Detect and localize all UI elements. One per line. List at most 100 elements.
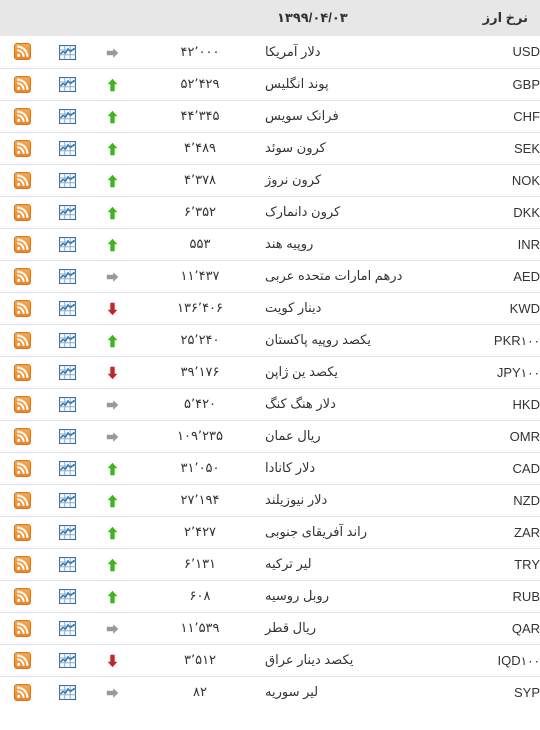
table-header: نرخ ارز ۱۳۹۹/۰۴/۰۳ — [0, 0, 540, 36]
chart-cell[interactable] — [45, 67, 90, 100]
chart-cell[interactable] — [45, 611, 90, 644]
rate-value-cell: ۴۴٬۳۴۵ — [135, 99, 265, 132]
chart-cell[interactable] — [45, 36, 90, 68]
rss-icon[interactable] — [14, 139, 31, 157]
chart-cell[interactable] — [45, 291, 90, 324]
rss-cell[interactable] — [0, 36, 45, 68]
currency-code-cell: AED — [470, 259, 540, 292]
chart-icon[interactable] — [59, 108, 76, 125]
rss-cell[interactable] — [0, 547, 45, 580]
arrow-up-icon — [106, 204, 119, 219]
rate-value-cell: ۴٬۳۷۸ — [135, 163, 265, 196]
rate-value: ۶٬۳۵۲ — [183, 204, 217, 219]
chart-icon[interactable] — [59, 332, 76, 349]
rate-value: ۵۲٬۴۲۹ — [180, 76, 220, 91]
chart-icon[interactable] — [59, 428, 76, 445]
chart-icon[interactable] — [59, 588, 76, 605]
rss-cell[interactable] — [0, 131, 45, 164]
rss-icon[interactable] — [14, 43, 31, 61]
rss-icon[interactable] — [14, 235, 31, 253]
trend-cell — [90, 227, 135, 260]
chart-icon[interactable] — [59, 76, 76, 93]
chart-cell[interactable] — [45, 579, 90, 612]
rss-icon[interactable] — [14, 363, 31, 381]
chart-cell[interactable] — [45, 451, 90, 484]
chart-cell[interactable] — [45, 227, 90, 260]
rss-cell[interactable] — [0, 195, 45, 228]
chart-icon[interactable] — [59, 652, 76, 669]
rss-icon[interactable] — [14, 171, 31, 189]
rss-icon[interactable] — [14, 523, 31, 541]
rss-icon[interactable] — [14, 203, 31, 221]
rss-cell[interactable] — [0, 675, 45, 708]
rss-cell[interactable] — [0, 515, 45, 548]
rss-cell[interactable] — [0, 259, 45, 292]
rss-icon[interactable] — [14, 619, 31, 637]
rss-icon[interactable] — [14, 587, 31, 605]
rss-icon[interactable] — [14, 491, 31, 509]
chart-cell[interactable] — [45, 355, 90, 388]
rss-icon[interactable] — [14, 651, 31, 669]
rss-icon[interactable] — [14, 683, 31, 701]
chart-cell[interactable] — [45, 99, 90, 132]
currency-code: PKR — [493, 332, 521, 348]
rss-cell[interactable] — [0, 227, 45, 260]
chart-icon[interactable] — [59, 684, 76, 701]
chart-cell[interactable] — [45, 323, 90, 356]
rss-icon[interactable] — [14, 299, 31, 317]
chart-icon[interactable] — [59, 140, 76, 157]
chart-cell[interactable] — [45, 547, 90, 580]
chart-cell[interactable] — [45, 419, 90, 452]
chart-icon[interactable] — [59, 524, 76, 541]
rss-icon[interactable] — [14, 427, 31, 445]
arrow-right-icon — [106, 620, 119, 635]
rss-icon[interactable] — [14, 75, 31, 93]
rss-cell[interactable] — [0, 483, 45, 516]
rss-cell[interactable] — [0, 579, 45, 612]
chart-cell[interactable] — [45, 195, 90, 228]
rss-cell[interactable] — [0, 67, 45, 100]
rss-icon[interactable] — [14, 267, 31, 285]
chart-cell[interactable] — [45, 675, 90, 708]
rate-value: ۲٬۴۲۷ — [183, 524, 217, 539]
chart-cell[interactable] — [45, 515, 90, 548]
rss-icon[interactable] — [14, 107, 31, 125]
chart-icon[interactable] — [59, 364, 76, 381]
chart-icon[interactable] — [59, 44, 76, 60]
chart-icon[interactable] — [59, 556, 76, 573]
chart-icon[interactable] — [59, 268, 76, 285]
rss-cell[interactable] — [0, 611, 45, 644]
chart-icon[interactable] — [59, 620, 76, 637]
chart-icon[interactable] — [59, 396, 76, 413]
chart-icon[interactable] — [59, 492, 76, 509]
rss-cell[interactable] — [0, 355, 45, 388]
chart-icon[interactable] — [59, 204, 76, 221]
chart-icon[interactable] — [59, 236, 76, 253]
chart-cell[interactable] — [45, 387, 90, 420]
rss-cell[interactable] — [0, 163, 45, 196]
chart-cell[interactable] — [45, 483, 90, 516]
arrow-right-icon — [106, 684, 119, 699]
chart-icon[interactable] — [59, 460, 76, 477]
arrow-right-icon — [106, 44, 119, 59]
chart-cell[interactable] — [45, 643, 90, 676]
rss-cell[interactable] — [0, 99, 45, 132]
rss-icon[interactable] — [14, 459, 31, 477]
chart-icon[interactable] — [59, 172, 76, 189]
trend-cell — [90, 195, 135, 228]
currency-multiplier: ۱۰۰ — [520, 333, 540, 348]
chart-cell[interactable] — [45, 163, 90, 196]
rss-cell[interactable] — [0, 387, 45, 420]
trend-cell — [90, 355, 135, 388]
rss-icon[interactable] — [14, 331, 31, 349]
rss-cell[interactable] — [0, 323, 45, 356]
rss-icon[interactable] — [14, 395, 31, 413]
chart-cell[interactable] — [45, 259, 90, 292]
rss-cell[interactable] — [0, 451, 45, 484]
chart-cell[interactable] — [45, 131, 90, 164]
rss-icon[interactable] — [14, 555, 31, 573]
rss-cell[interactable] — [0, 643, 45, 676]
rss-cell[interactable] — [0, 291, 45, 324]
chart-icon[interactable] — [59, 300, 76, 317]
rss-cell[interactable] — [0, 419, 45, 452]
